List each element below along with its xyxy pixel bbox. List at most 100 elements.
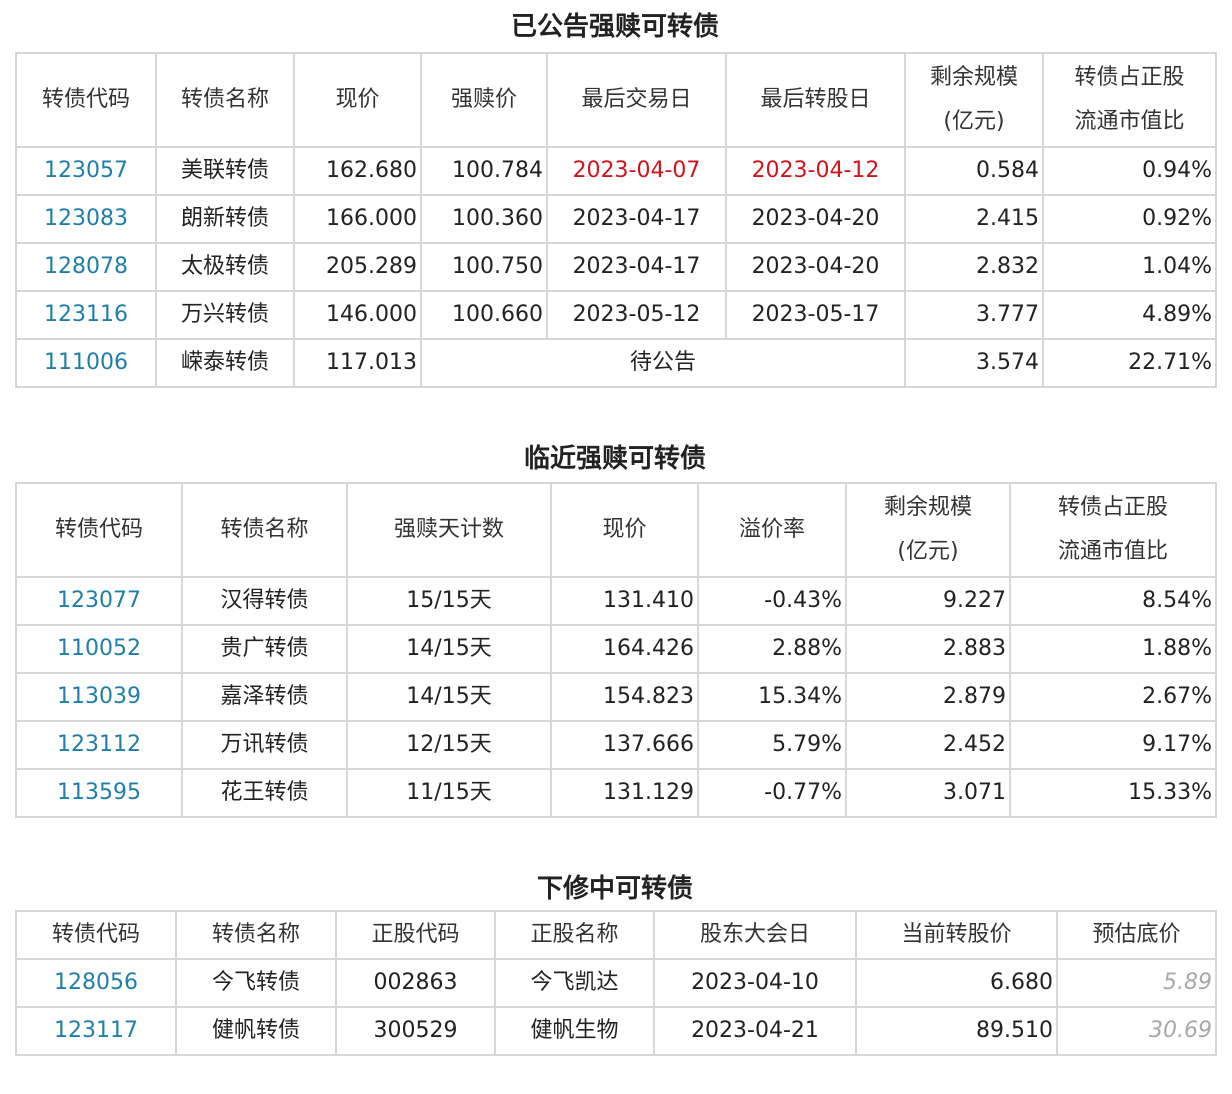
header-code: 转债代码 [15, 52, 157, 148]
last-trade-date: 2023-04-17 [546, 242, 727, 292]
bond-code-link[interactable]: 123077 [57, 588, 141, 613]
header-remaining-scale: 剩余规模 (亿元) [904, 52, 1044, 148]
bond-code-link[interactable]: 128056 [54, 970, 138, 995]
table-row: 113039 嘉泽转债 14/15天 154.823 15.34% 2.879 … [15, 672, 1217, 722]
table-row: 123057 美联转债 162.680 100.784 2023-04-07 2… [15, 146, 1217, 196]
announced-table: 转债代码 转债名称 现价 强赎价 最后交易日 最后转股日 剩余规模 (亿元) 转债… [15, 52, 1217, 388]
upcoming-table: 转债代码 转债名称 强赎天计数 现价 溢价率 剩余规模 (亿元) 转债占正股 流通市… [15, 482, 1217, 818]
bond-code-link[interactable]: 123083 [44, 206, 128, 231]
stock-name: 健帆生物 [494, 1006, 655, 1056]
table-row: 123116 万兴转债 146.000 100.660 2023-05-12 2… [15, 290, 1217, 340]
price: 131.129 [550, 768, 699, 818]
remaining-scale: 2.879 [845, 672, 1011, 722]
header-conversion-price: 当前转股价 [855, 910, 1058, 960]
last-trade-date: 2023-04-17 [546, 194, 727, 244]
header-estimated-floor: 预估底价 [1056, 910, 1217, 960]
remaining-scale: 9.227 [845, 576, 1011, 626]
price: 205.289 [293, 242, 422, 292]
header-stock-code: 正股代码 [335, 910, 496, 960]
bond-code-link[interactable]: 123112 [57, 732, 141, 757]
table-row: 111006 嵘泰转债 117.013 待公告 3.574 22.71% [15, 338, 1217, 388]
bond-code-link[interactable]: 113039 [57, 684, 141, 709]
header-code: 转债代码 [15, 910, 177, 960]
remaining-scale: 3.071 [845, 768, 1011, 818]
header-ratio: 转债占正股 流通市值比 [1042, 52, 1217, 148]
bond-name: 太极转债 [155, 242, 295, 292]
header-last-convert-date: 最后转股日 [725, 52, 906, 148]
header-price: 现价 [293, 52, 422, 148]
ratio: 1.04% [1042, 242, 1217, 292]
bond-code-link[interactable]: 110052 [57, 636, 141, 661]
table-row: 128078 太极转债 205.289 100.750 2023-04-17 2… [15, 242, 1217, 292]
remaining-scale: 2.452 [845, 720, 1011, 770]
bond-code-link[interactable]: 123117 [54, 1018, 138, 1043]
table-row: 110052 贵广转债 14/15天 164.426 2.88% 2.883 1… [15, 624, 1217, 674]
bond-code-link[interactable]: 123057 [44, 158, 128, 183]
header-remaining-scale: 剩余规模 (亿元) [845, 482, 1011, 578]
remaining-scale: 0.584 [904, 146, 1044, 196]
last-convert-date: 2023-04-12 [725, 146, 906, 196]
header-stock-name: 正股名称 [494, 910, 655, 960]
price: 137.666 [550, 720, 699, 770]
last-trade-date: 2023-04-07 [546, 146, 727, 196]
remaining-scale: 2.832 [904, 242, 1044, 292]
meeting-date: 2023-04-21 [653, 1006, 857, 1056]
estimated-floor: 5.89 [1056, 958, 1217, 1008]
header-redeem-day-count: 强赎天计数 [346, 482, 552, 578]
remaining-scale: 2.883 [845, 624, 1011, 674]
price: 162.680 [293, 146, 422, 196]
table-header-row: 转债代码 转债名称 正股代码 正股名称 股东大会日 当前转股价 预估底价 [15, 910, 1217, 960]
remaining-scale: 3.574 [904, 338, 1044, 388]
last-convert-date: 2023-04-20 [725, 242, 906, 292]
redeem-price: 100.750 [420, 242, 548, 292]
header-code: 转债代码 [15, 482, 183, 578]
remaining-scale: 3.777 [904, 290, 1044, 340]
price: 154.823 [550, 672, 699, 722]
stock-name: 今飞凯达 [494, 958, 655, 1008]
last-convert-date: 2023-04-20 [725, 194, 906, 244]
price: 117.013 [293, 338, 422, 388]
table-row: 123117 健帆转债 300529 健帆生物 2023-04-21 89.51… [15, 1006, 1217, 1056]
header-name: 转债名称 [155, 52, 295, 148]
pending-announcement: 待公告 [420, 338, 906, 388]
header-price: 现价 [550, 482, 699, 578]
table-header-row: 转债代码 转债名称 现价 强赎价 最后交易日 最后转股日 剩余规模 (亿元) 转债… [15, 52, 1217, 148]
price: 146.000 [293, 290, 422, 340]
revision-section: 下修中可转债 转债代码 转债名称 正股代码 正股名称 股东大会日 当前转股价 预… [15, 872, 1217, 1056]
bond-code-link[interactable]: 113595 [57, 780, 141, 805]
last-convert-date: 2023-05-17 [725, 290, 906, 340]
bond-name: 汉得转债 [181, 576, 348, 626]
bond-name: 万讯转债 [181, 720, 348, 770]
upcoming-section: 临近强赎可转债 转债代码 转债名称 强赎天计数 现价 溢价率 剩余规模 (亿元) … [15, 442, 1217, 818]
table-row: 128056 今飞转债 002863 今飞凯达 2023-04-10 6.680… [15, 958, 1217, 1008]
revision-title: 下修中可转债 [536, 874, 693, 904]
ratio: 22.71% [1042, 338, 1217, 388]
premium-rate: 2.88% [697, 624, 847, 674]
header-redeem-price: 强赎价 [420, 52, 548, 148]
ratio: 2.67% [1009, 672, 1217, 722]
bond-code-link[interactable]: 111006 [44, 350, 128, 375]
bond-code-link[interactable]: 128078 [44, 254, 128, 279]
bond-name: 美联转债 [155, 146, 295, 196]
redeem-price: 100.784 [420, 146, 548, 196]
remaining-scale: 2.415 [904, 194, 1044, 244]
table-row: 123077 汉得转债 15/15天 131.410 -0.43% 9.227 … [15, 576, 1217, 626]
ratio: 9.17% [1009, 720, 1217, 770]
price: 166.000 [293, 194, 422, 244]
premium-rate: 15.34% [697, 672, 847, 722]
premium-rate: -0.43% [697, 576, 847, 626]
upcoming-title: 临近强赎可转债 [523, 444, 706, 474]
bond-name: 花王转债 [181, 768, 348, 818]
redeem-day-count: 11/15天 [346, 768, 552, 818]
table-header-row: 转债代码 转债名称 强赎天计数 现价 溢价率 剩余规模 (亿元) 转债占正股 流通市… [15, 482, 1217, 578]
price: 131.410 [550, 576, 699, 626]
meeting-date: 2023-04-10 [653, 958, 857, 1008]
conversion-price: 89.510 [855, 1006, 1058, 1056]
bond-name: 嵘泰转债 [155, 338, 295, 388]
redeem-day-count: 14/15天 [346, 672, 552, 722]
bond-code-link[interactable]: 123116 [44, 302, 128, 327]
redeem-day-count: 15/15天 [346, 576, 552, 626]
header-name: 转债名称 [175, 910, 337, 960]
announced-section: 已公告强赎可转债 转债代码 转债名称 现价 强赎价 最后交易日 最后转股日 剩余… [15, 10, 1217, 388]
table-row: 113595 花王转债 11/15天 131.129 -0.77% 3.071 … [15, 768, 1217, 818]
